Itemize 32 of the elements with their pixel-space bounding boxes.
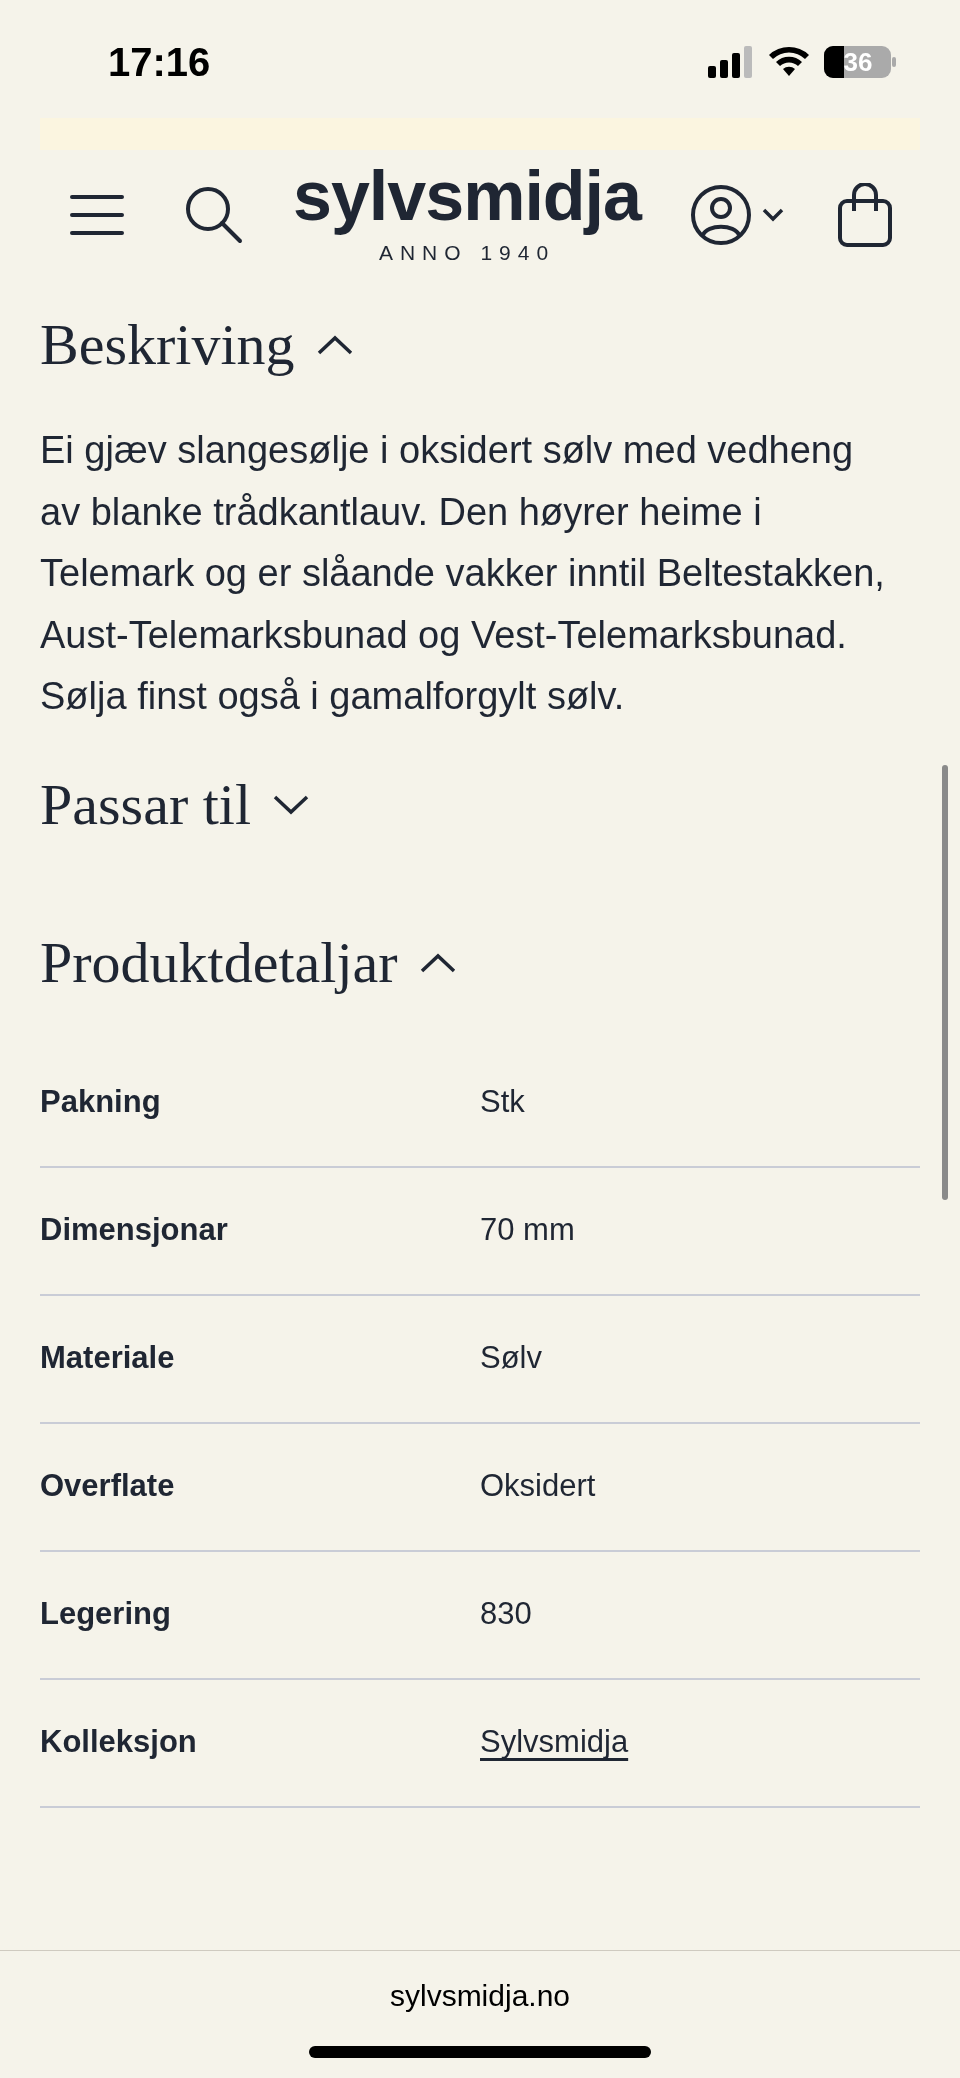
section-toggle[interactable]: Passar til — [40, 769, 310, 840]
chevron-down-icon[interactable] — [762, 208, 784, 222]
detail-value: Oksidert — [480, 1467, 596, 1506]
wifi-icon — [768, 46, 810, 78]
account-icon[interactable] — [690, 184, 752, 246]
battery-icon — [824, 46, 896, 78]
collection-link[interactable]: Sylvsmidja — [480, 1719, 629, 1766]
section-toggle[interactable]: Beskriving — [40, 310, 353, 380]
chevron-up-icon — [316, 335, 353, 355]
status-time: 17:16 — [108, 39, 211, 86]
detail-label: Pakning — [40, 1083, 162, 1122]
detail-label: Materiale — [40, 1339, 176, 1378]
chevron-down-icon — [273, 794, 310, 815]
detail-label: Kolleksjon — [40, 1723, 198, 1762]
detail-value: 70 mm — [480, 1211, 575, 1250]
shopping-bag-icon[interactable] — [838, 183, 892, 247]
menu-icon[interactable] — [70, 194, 124, 236]
detail-label: Dimensjonar — [40, 1211, 229, 1250]
url-text[interactable]: sylvsmidja.no — [389, 1973, 571, 2018]
signal-icon — [708, 46, 754, 78]
logo[interactable]: sylvsmidja — [293, 157, 641, 236]
logo-tagline: ANNO 1940 — [378, 240, 556, 267]
battery-level: 36 — [843, 45, 874, 79]
description-text: Ei gjæv slangesølje i oksidert sølv med vedheng av blanke trådkantlauv. Den høyrer heime i Telemark og er slåande vakker inntil Beltestakken, Aust-Telemarksbunad og Vest-Telemarksbunad. Sølja finst også i gamalforgylt sølv. — [40, 428, 886, 719]
detail-value: Stk — [480, 1083, 525, 1122]
detail-value: Sølv — [480, 1339, 542, 1378]
chevron-up-icon — [419, 952, 456, 973]
detail-label: Overflate — [40, 1467, 176, 1506]
section-toggle[interactable]: Produktdetaljar — [40, 927, 456, 998]
detail-label: Legering — [40, 1595, 172, 1634]
search-icon[interactable] — [184, 185, 244, 245]
detail-value: 830 — [480, 1595, 532, 1634]
